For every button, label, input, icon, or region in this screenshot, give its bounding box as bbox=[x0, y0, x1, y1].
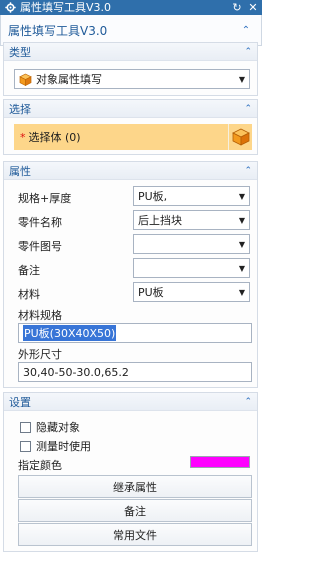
attributes-group-header[interactable]: 属性 ⌃ bbox=[4, 162, 257, 180]
chevron-down-icon[interactable]: ▼ bbox=[235, 70, 249, 88]
color-swatch[interactable] bbox=[190, 456, 250, 468]
select-group-label: 选择 bbox=[9, 102, 31, 116]
remark-button-label: 备注 bbox=[124, 504, 146, 518]
remark-label: 备注 bbox=[18, 264, 40, 277]
dimensions-label: 外形尺寸 bbox=[18, 348, 62, 361]
hide-object-checkbox[interactable] bbox=[20, 421, 31, 433]
window-title: 属性填写工具V3.0 bbox=[20, 0, 112, 14]
material-label: 材料 bbox=[18, 288, 40, 301]
collapse-all-icon[interactable]: ⌃ bbox=[239, 25, 253, 36]
chevron-down-icon[interactable]: ▼ bbox=[235, 187, 249, 205]
chevron-down-icon[interactable]: ▼ bbox=[235, 235, 249, 253]
close-icon[interactable]: ✕ bbox=[246, 1, 260, 15]
type-group-header[interactable]: 类型 ⌃ bbox=[4, 43, 257, 61]
remark-select[interactable]: ▼ bbox=[133, 258, 250, 278]
specify-color-label: 指定颜色 bbox=[18, 459, 62, 472]
chevron-up-icon[interactable]: ⌃ bbox=[244, 104, 252, 114]
chevron-down-icon[interactable]: ▼ bbox=[235, 211, 249, 229]
common-files-label: 常用文件 bbox=[113, 528, 157, 542]
attributes-group-label: 属性 bbox=[9, 164, 31, 178]
inherit-attributes-button[interactable]: 继承属性 bbox=[18, 475, 252, 498]
measure-use-checkbox[interactable] bbox=[20, 440, 31, 452]
part-name-label: 零件名称 bbox=[18, 216, 62, 229]
material-spec-value: PU板(30X40X50) bbox=[23, 325, 117, 341]
type-select-value: 对象属性填写 bbox=[36, 73, 102, 86]
spec-thickness-select[interactable]: PU板, ▼ bbox=[133, 186, 250, 206]
cube-icon bbox=[231, 128, 250, 146]
select-body-button[interactable] bbox=[228, 124, 252, 150]
chevron-down-icon[interactable]: ▼ bbox=[235, 259, 249, 277]
chevron-up-icon[interactable]: ⌃ bbox=[244, 397, 252, 407]
measure-use-checkbox-row[interactable]: 测量时使用 bbox=[20, 438, 91, 454]
select-group-header[interactable]: 选择 ⌃ bbox=[4, 100, 257, 118]
material-spec-field[interactable]: PU板(30X40X50) bbox=[18, 323, 252, 343]
inherit-attributes-label: 继承属性 bbox=[113, 480, 157, 494]
material-value: PU板 bbox=[138, 286, 164, 299]
type-group: 类型 ⌃ 对象属性填写 ▼ bbox=[3, 42, 258, 96]
required-mark: * bbox=[20, 130, 26, 144]
type-group-label: 类型 bbox=[9, 45, 31, 59]
gear-icon[interactable] bbox=[4, 2, 16, 14]
settings-group-header[interactable]: 设置 ⌃ bbox=[4, 393, 257, 411]
remark-button[interactable]: 备注 bbox=[18, 499, 252, 522]
select-body-label: 选择体 (0) bbox=[28, 131, 81, 144]
common-files-button[interactable]: 常用文件 bbox=[18, 523, 252, 546]
part-number-label: 零件图号 bbox=[18, 240, 62, 253]
select-body-bar[interactable]: * 选择体 (0) bbox=[14, 124, 228, 150]
dimensions-value: 30,40-50-30.0,65.2 bbox=[23, 365, 129, 379]
hide-object-checkbox-row[interactable]: 隐藏对象 bbox=[20, 419, 80, 435]
spec-thickness-value: PU板, bbox=[138, 190, 168, 203]
chevron-up-icon[interactable]: ⌃ bbox=[244, 47, 252, 57]
dimensions-field[interactable]: 30,40-50-30.0,65.2 bbox=[18, 362, 252, 382]
part-name-select[interactable]: 后上挡块 ▼ bbox=[133, 210, 250, 230]
spec-thickness-label: 规格+厚度 bbox=[18, 192, 72, 205]
chevron-up-icon[interactable]: ⌃ bbox=[244, 166, 252, 176]
dialog-title: 属性填写工具V3.0 bbox=[8, 23, 108, 38]
material-select[interactable]: PU板 ▼ bbox=[133, 282, 250, 302]
settings-group: 设置 ⌃ 隐藏对象 测量时使用 指定颜色 继承属性 备注 常用文件 bbox=[3, 392, 258, 552]
settings-group-label: 设置 bbox=[9, 395, 31, 409]
attributes-group: 属性 ⌃ 规格+厚度 PU板, ▼ 零件名称 后上挡块 ▼ 零件图号 ▼ 备注 … bbox=[3, 161, 258, 388]
part-name-value: 后上挡块 bbox=[138, 214, 182, 227]
type-select[interactable]: 对象属性填写 ▼ bbox=[14, 69, 250, 89]
cube-icon bbox=[19, 73, 32, 86]
select-group: 选择 ⌃ * 选择体 (0) bbox=[3, 99, 258, 155]
measure-use-label: 测量时使用 bbox=[36, 440, 91, 453]
reset-icon[interactable]: ↻ bbox=[230, 1, 244, 15]
material-spec-label: 材料规格 bbox=[18, 309, 62, 322]
hide-object-label: 隐藏对象 bbox=[36, 421, 80, 434]
part-number-select[interactable]: ▼ bbox=[133, 234, 250, 254]
chevron-down-icon[interactable]: ▼ bbox=[235, 283, 249, 301]
window-titlebar: 属性填写工具V3.0 ↻ ✕ bbox=[0, 0, 262, 15]
